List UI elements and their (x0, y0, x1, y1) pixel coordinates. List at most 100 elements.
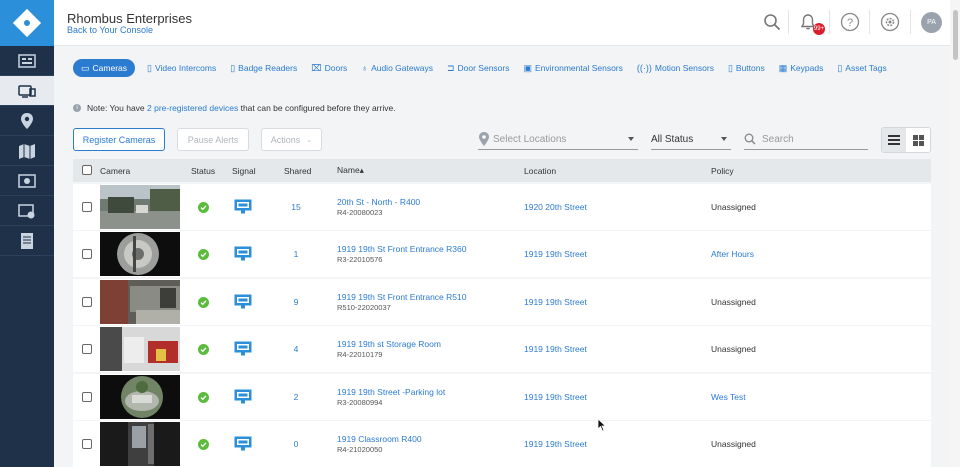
sidebar-item-clips[interactable] (0, 196, 54, 226)
sidebar-item-map[interactable] (0, 136, 54, 166)
select-all-checkbox[interactable] (82, 165, 92, 175)
camera-thumbnail[interactable] (100, 422, 180, 466)
camera-location-link[interactable]: 1919 19th Street (524, 297, 587, 307)
search-icon (744, 133, 756, 145)
help-icon[interactable]: ? (839, 11, 861, 33)
table-row[interactable]: 9 1919 19th St Front Entrance R510 R510-22… (73, 278, 931, 325)
search-icon[interactable] (761, 11, 783, 33)
camera-thumbnail[interactable] (100, 327, 180, 371)
notice-text: Note: You have (87, 103, 148, 113)
search-input[interactable] (762, 133, 862, 145)
register-cameras-button[interactable]: Register Cameras (73, 128, 165, 151)
sidebar-item-locations[interactable] (0, 106, 54, 136)
status-select[interactable]: All Status (651, 129, 731, 150)
tab-environmental-sensors[interactable]: ▣ Environmental Sensors (521, 59, 624, 77)
camera-policy: Unassigned (711, 296, 756, 307)
camera-serial: R3-20080994 (337, 397, 383, 407)
camera-name-link[interactable]: 1919 19th St Front Entrance R510 (337, 292, 466, 302)
pre-registered-devices-link[interactable]: 2 pre-registered devices (147, 103, 238, 113)
camera-policy: Unassigned (711, 344, 756, 354)
map-icon (19, 143, 35, 159)
microphone-icon: ♁ (361, 62, 369, 73)
camera-location-link[interactable]: 1919 19th Street (524, 249, 587, 259)
sidebar-item-reports[interactable] (0, 226, 54, 256)
row-checkbox[interactable] (82, 249, 92, 259)
back-to-console-link[interactable]: Back to Your Console (67, 25, 153, 35)
camera-name-link[interactable]: 1919 19th St Front Entrance R360 (337, 244, 466, 254)
camera-name-link[interactable]: 1919 19th st Storage Room (337, 339, 441, 349)
table-row[interactable]: 0 1919 Classroom R400 R4-21020050 1919 19th… (73, 421, 931, 467)
sidebar-item-dashboard[interactable] (0, 46, 54, 76)
sidebar-item-video-wall[interactable] (0, 166, 54, 196)
status-online-icon (198, 439, 209, 450)
camera-policy: Unassigned (711, 201, 756, 212)
camera-thumbnail[interactable] (100, 184, 180, 229)
list-view-button[interactable] (882, 128, 906, 152)
shared-count[interactable]: 0 (281, 439, 311, 449)
tab-video-intercoms[interactable]: ▯ Video Intercoms (145, 59, 218, 77)
camera-name-link[interactable]: 20th St - North - R400 (337, 197, 420, 207)
camera-location-link[interactable]: 1920 20th Street (524, 202, 587, 212)
grid-view-button[interactable] (906, 128, 930, 152)
row-checkbox[interactable] (82, 391, 92, 402)
settings-gear-icon[interactable] (879, 11, 901, 33)
shared-count[interactable]: 1 (281, 249, 311, 259)
status-online-icon (198, 344, 209, 355)
scrollbar-thumb[interactable] (953, 10, 958, 60)
table-row[interactable]: 4 1919 19th st Storage Room R4-22010179 191… (73, 326, 931, 372)
actions-dropdown[interactable]: Actions ⌄ (261, 128, 322, 151)
col-status[interactable]: Status (191, 166, 215, 176)
table-row[interactable]: 1 1919 19th St Front Entrance R360 R3-2201… (73, 231, 931, 277)
tab-doors[interactable]: ⌧ Doors (309, 59, 349, 77)
tab-door-sensors[interactable]: ⊐ Door Sensors (445, 59, 512, 77)
col-policy[interactable]: Policy (711, 166, 734, 176)
row-checkbox[interactable] (82, 344, 92, 354)
environment-sensor-icon: ▣ (523, 62, 532, 73)
table-row[interactable]: 15 20th St - North - R400 R4-20080023 1920 … (73, 183, 931, 230)
scrollbar[interactable] (950, 0, 960, 467)
location-select-placeholder: Select Locations (493, 133, 567, 145)
camera-name-link[interactable]: 1919 19th Street -Parking lot (337, 387, 445, 397)
tab-audio-gateways[interactable]: ♁ Audio Gateways (359, 59, 435, 77)
table-row[interactable]: 2 1919 19th Street -Parking lot R3-2008099… (73, 373, 931, 420)
camera-policy[interactable]: Wes Test (711, 392, 746, 402)
col-location[interactable]: Location (524, 166, 556, 176)
user-avatar[interactable]: PA (921, 12, 942, 33)
camera-policy[interactable]: After Hours (711, 249, 754, 259)
pause-alerts-button[interactable]: Pause Alerts (177, 128, 249, 151)
camera-location-link[interactable]: 1919 19th Street (524, 344, 587, 354)
col-signal[interactable]: Signal (232, 166, 256, 176)
shared-count[interactable]: 15 (281, 202, 311, 212)
devices-icon (18, 84, 36, 98)
ethernet-signal-icon (234, 246, 252, 261)
camera-thumbnail[interactable] (100, 279, 180, 324)
search-field[interactable] (744, 129, 868, 150)
camera-location-link[interactable]: 1919 19th Street (524, 392, 587, 402)
camera-location-link[interactable]: 1919 19th Street (524, 439, 587, 449)
camera-thumbnail[interactable] (100, 374, 180, 419)
tab-asset-tags[interactable]: ▯ Asset Tags (835, 59, 888, 77)
camera-serial: R4-22010179 (337, 350, 383, 359)
col-name[interactable]: Name▴ (337, 165, 364, 176)
tab-cameras[interactable]: ▭ Cameras (73, 59, 135, 77)
sidebar-item-devices[interactable] (0, 76, 54, 106)
row-checkbox[interactable] (82, 296, 92, 307)
shared-count[interactable]: 9 (281, 297, 311, 307)
shared-count[interactable]: 2 (281, 392, 311, 402)
col-shared[interactable]: Shared (284, 166, 311, 176)
location-select[interactable]: Select Locations (478, 129, 638, 150)
camera-name-link[interactable]: 1919 Classroom R400 (337, 434, 422, 444)
tab-badge-readers[interactable]: ▯ Badge Readers (228, 59, 299, 77)
tab-keypads[interactable]: ▦ Keypads (777, 59, 826, 77)
tab-motion-sensors[interactable]: ((·)) Motion Sensors (635, 59, 716, 77)
tab-buttons[interactable]: ▯ Buttons (726, 59, 767, 77)
row-checkbox[interactable] (82, 439, 92, 449)
reports-icon (21, 232, 33, 249)
sidebar (0, 0, 54, 467)
camera-thumbnail[interactable] (100, 232, 180, 276)
table-header: Camera Status Signal Shared Name▴ Locati… (73, 159, 931, 182)
shared-count[interactable]: 4 (281, 344, 311, 354)
list-view-icon (888, 135, 900, 145)
row-checkbox[interactable] (82, 201, 92, 212)
rhombus-logo[interactable] (0, 0, 54, 46)
